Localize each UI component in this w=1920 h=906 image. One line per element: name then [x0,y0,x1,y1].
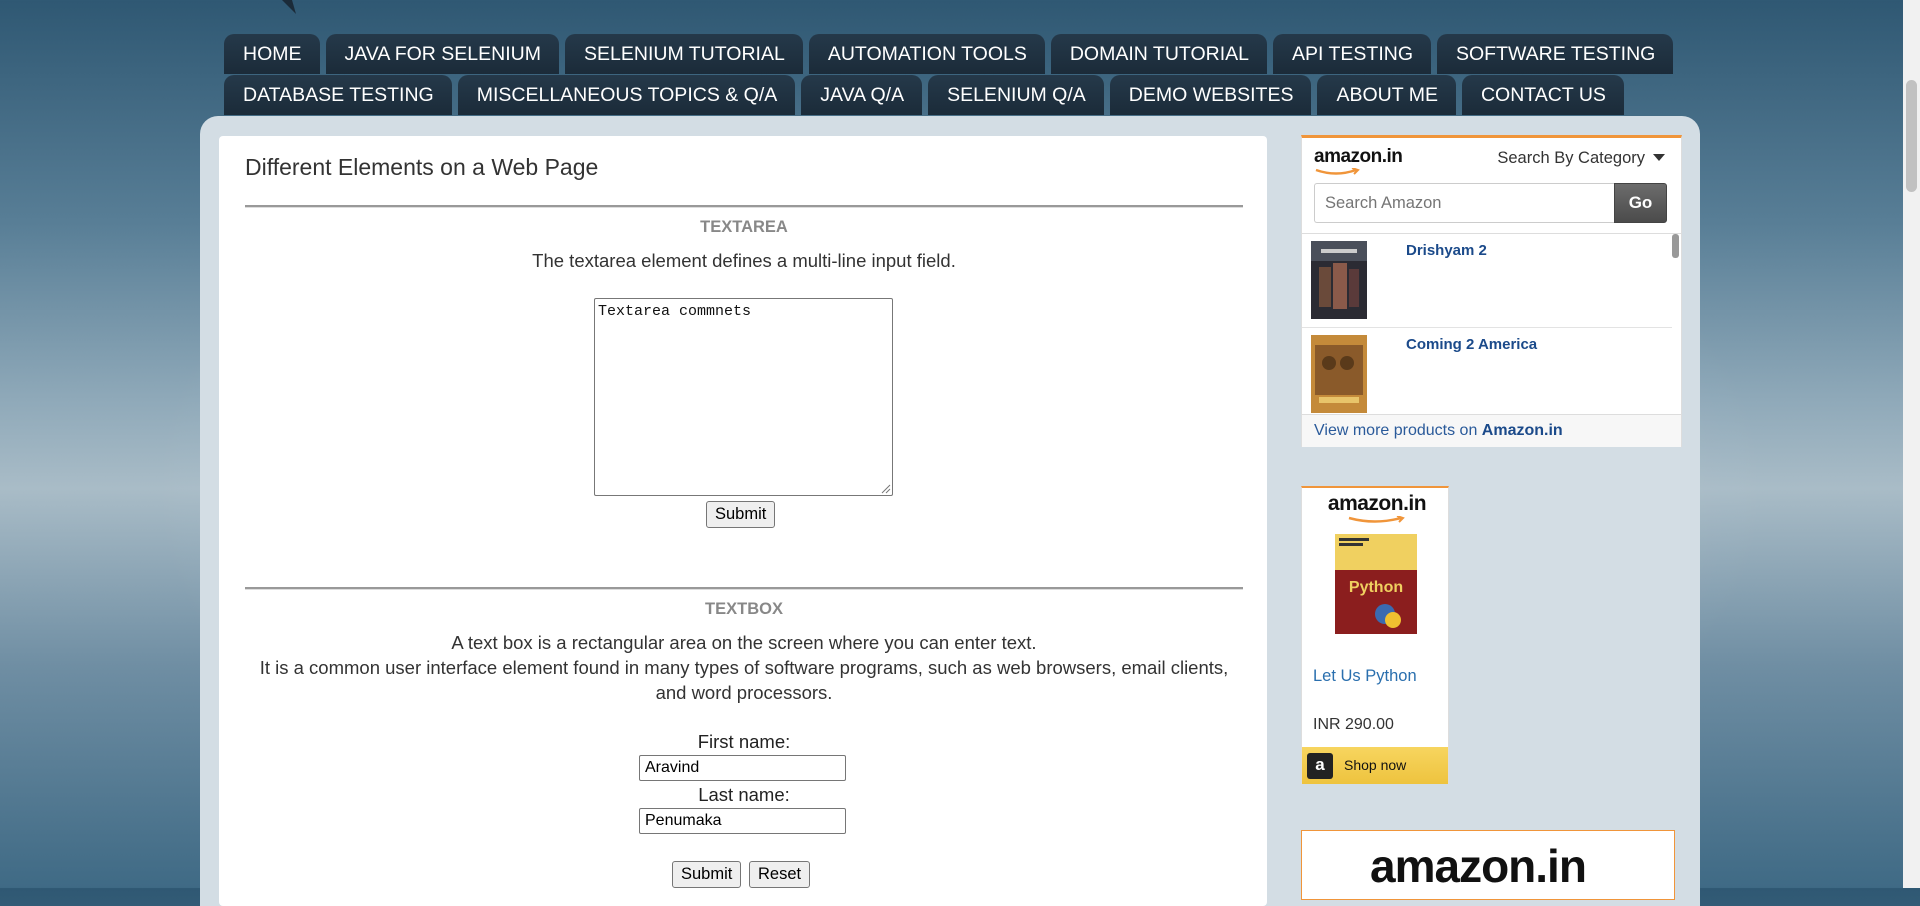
amazon-product-list: Drishyam 2 Coming 2 America [1302,233,1681,413]
textarea-submit-button[interactable]: Submit [706,501,776,528]
nav-item-automation-tools[interactable]: AUTOMATION TOOLS [808,34,1045,74]
textbox-description-line-1: A text box is a rectangular area on the … [451,632,1037,653]
category-dropdown-label: Search By Category [1497,149,1645,167]
drishyam-2-poster-icon [1311,241,1367,319]
coming-2-america-poster-icon [1311,335,1367,413]
nav-item-demo-websites[interactable]: DEMO WEBSITES [1109,75,1312,115]
product-list-scrollbar[interactable] [1672,234,1679,258]
svg-text:Python: Python [1349,579,1403,596]
shop-now-button[interactable]: a Shop now [1302,747,1448,784]
main-navigation: HOME JAVA FOR SELENIUM SELENIUM TUTORIAL… [224,34,1674,116]
nav-item-database-testing[interactable]: DATABASE TESTING [224,75,452,115]
textbox-description-line-2: It is a common user interface element fo… [259,657,1229,678]
page-scrollbar[interactable] [1903,0,1920,888]
textbox-description-line-3: and word processors. [655,682,833,703]
textarea-heading: TEXTAREA [700,218,788,236]
page-scrollbar-thumb[interactable] [1906,80,1917,192]
nav-item-api-testing[interactable]: API TESTING [1272,34,1431,74]
divider [245,205,1243,208]
book-cover-icon[interactable]: Python [1335,534,1417,634]
nav-item-miscellaneous[interactable]: MISCELLANEOUS TOPICS & Q/A [457,75,796,115]
nav-item-about-me[interactable]: ABOUT ME [1317,75,1456,115]
first-name-label: First name: [697,731,791,752]
nav-item-software-testing[interactable]: SOFTWARE TESTING [1436,34,1674,74]
nav-item-java-for-selenium[interactable]: JAVA FOR SELENIUM [325,34,559,74]
shop-now-label: Shop now [1344,757,1407,773]
divider [245,587,1243,590]
amazon-smile-icon [1315,168,1360,175]
main-content: Different Elements on a Web Page TEXTARE… [219,136,1267,906]
caret-down-icon [1653,154,1665,161]
nav-item-java-qa[interactable]: JAVA Q/A [801,75,923,115]
category-dropdown[interactable]: Search By Category [1497,149,1665,168]
amazon-logo-text: amazon.in [1370,840,1587,892]
resize-grip-icon[interactable] [879,482,891,494]
amazon-go-button[interactable]: Go [1614,183,1667,223]
site-logo-fragment [282,0,296,14]
textbox-reset-button[interactable]: Reset [749,861,811,888]
amazon-logo: amazon.in [1322,492,1432,524]
page-title: Different Elements on a Web Page [245,154,599,180]
product-title[interactable]: Coming 2 America [1406,336,1537,353]
product-item[interactable]: Drishyam 2 [1302,234,1672,328]
textarea-description: The textarea element defines a multi-lin… [532,250,956,271]
view-more-prefix: View more products on [1314,422,1478,439]
nav-item-selenium-tutorial[interactable]: SELENIUM TUTORIAL [565,34,803,74]
textbox-submit-button[interactable]: Submit [672,861,742,888]
last-name-label: Last name: [698,784,790,805]
amazon-logo: amazon.in [1314,146,1403,176]
amazon-logo-text: amazon.in [1327,492,1427,515]
textbox-heading: TEXTBOX [705,600,783,618]
amazon-book-ad: amazon.in Python Let Us Python INR 290.0… [1301,486,1449,784]
nav-item-domain-tutorial[interactable]: DOMAIN TUTORIAL [1050,34,1267,74]
nav-item-contact-us[interactable]: CONTACT US [1461,75,1624,115]
amazon-smile-icon [1348,516,1405,523]
product-item[interactable]: Coming 2 America [1302,328,1672,413]
last-name-input[interactable] [639,808,846,834]
amazon-search-widget: amazon.in Search By Category Go Drishyam… [1301,135,1682,447]
amazon-search-input[interactable] [1314,183,1614,223]
nav-item-selenium-qa[interactable]: SELENIUM Q/A [928,75,1104,115]
first-name-input[interactable] [639,755,846,781]
view-more-link[interactable]: View more products on Amazon.in [1302,414,1681,447]
amazon-banner-ad[interactable]: amazon.in [1301,830,1675,900]
book-title-link[interactable]: Let Us Python [1313,667,1417,686]
amazon-a-icon: a [1307,753,1333,779]
amazon-logo: amazon.in [1370,839,1587,893]
nav-row-2: DATABASE TESTING MISCELLANEOUS TOPICS & … [224,75,1644,115]
comments-textarea[interactable]: Textarea commnets [594,298,893,496]
view-more-amazon: Amazon.in [1481,422,1563,439]
product-title[interactable]: Drishyam 2 [1406,242,1487,259]
amazon-logo-text: amazon.in [1314,146,1403,167]
book-price: INR 290.00 [1313,716,1394,733]
nav-item-home[interactable]: HOME [224,34,320,74]
nav-row-1: HOME JAVA FOR SELENIUM SELENIUM TUTORIAL… [224,34,1674,74]
